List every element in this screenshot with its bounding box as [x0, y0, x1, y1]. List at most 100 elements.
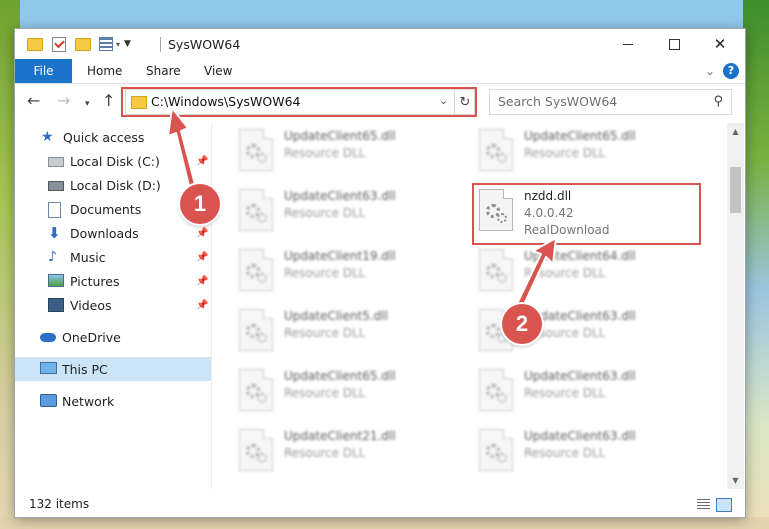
pc-icon — [40, 362, 57, 374]
tab-home[interactable]: Home — [87, 64, 122, 78]
maximize-icon — [668, 38, 680, 50]
minimize-icon — [623, 43, 633, 45]
large-icons-view-icon[interactable] — [716, 498, 732, 512]
address-highlight-box — [121, 87, 477, 117]
file-item[interactable]: UpdateClient65.dll Resource DLL — [479, 125, 699, 179]
recent-locations-icon[interactable]: ▾ — [85, 96, 90, 112]
up-arrow-icon[interactable]: ↑ — [102, 93, 115, 109]
file-type: Resource DLL — [524, 146, 606, 160]
file-name: UpdateClient21.dll — [284, 429, 396, 443]
file-name: UpdateClient63.dll — [284, 189, 396, 203]
tab-share[interactable]: Share — [146, 64, 181, 78]
pin-icon[interactable]: 📌 — [196, 156, 208, 167]
network-icon — [40, 394, 57, 407]
desktop-background-bottom — [0, 517, 769, 529]
sidebar-item-label: OneDrive — [62, 329, 121, 345]
vertical-scrollbar[interactable]: ▲ ▼ — [727, 123, 744, 489]
folder-icon[interactable] — [27, 37, 43, 51]
file-item[interactable]: UpdateClient65.dll Resource DLL — [239, 125, 459, 179]
dll-file-icon — [239, 429, 273, 471]
close-icon: ✕ — [713, 35, 727, 53]
sidebar-item-label: Documents — [70, 201, 142, 217]
scroll-down-icon[interactable]: ▼ — [727, 472, 744, 489]
sidebar-item-this-pc[interactable]: This PC — [15, 357, 211, 381]
scroll-thumb[interactable] — [730, 167, 741, 213]
tab-file[interactable]: File — [15, 59, 72, 83]
file-item[interactable]: UpdateClient64.dll Resource DLL — [479, 245, 699, 299]
dll-file-icon — [479, 129, 513, 171]
search-icon[interactable]: ⚲ — [713, 94, 723, 109]
forward-arrow-icon[interactable]: → — [57, 93, 70, 109]
sidebar-item-pictures[interactable]: Pictures 📌 — [15, 269, 244, 293]
file-type: Resource DLL — [524, 266, 606, 280]
maximize-button[interactable] — [651, 29, 697, 59]
file-item[interactable]: UpdateClient65.dll Resource DLL — [239, 365, 459, 419]
sidebar-item-local-disk-c[interactable]: Local Disk (C:) 📌 — [15, 149, 244, 173]
close-button[interactable]: ✕ — [697, 29, 743, 59]
desktop-background-right — [743, 0, 769, 529]
file-type: Resource DLL — [284, 266, 366, 280]
file-item[interactable]: UpdateClient21.dll Resource DLL — [239, 425, 459, 479]
customize-qa-icon[interactable]: ▼ — [124, 39, 131, 49]
details-view-icon[interactable] — [697, 499, 710, 510]
file-type: Resource DLL — [284, 446, 366, 460]
ribbon-tabs: File Home Share View ⌄ ? — [15, 59, 745, 84]
file-type: Resource DLL — [284, 146, 366, 160]
sidebar-item-label: Quick access — [63, 129, 145, 145]
sidebar-item-music[interactable]: ♪ Music 📌 — [15, 245, 244, 269]
file-item[interactable]: UpdateClient19.dll Resource DLL — [239, 245, 459, 299]
file-name: UpdateClient19.dll — [284, 249, 396, 263]
properties-check-icon[interactable] — [52, 36, 66, 52]
file-list: UpdateClient65.dll Resource DLL UpdateCl… — [213, 123, 727, 489]
sidebar-item-label: Pictures — [70, 273, 120, 289]
expand-ribbon-icon[interactable]: ⌄ — [705, 64, 715, 78]
tab-view[interactable]: View — [204, 64, 232, 78]
drive-icon — [48, 181, 64, 191]
drive-icon — [48, 157, 64, 167]
file-name: UpdateClient63.dll — [524, 429, 636, 443]
music-icon: ♪ — [48, 249, 57, 265]
sidebar-item-label: This PC — [62, 361, 108, 377]
title-bar: ▾ ▼ SysWOW64 ✕ — [15, 29, 745, 59]
file-name: UpdateClient65.dll — [524, 129, 636, 143]
file-type: Resource DLL — [524, 386, 606, 400]
sidebar-item-videos[interactable]: Videos 📌 — [15, 293, 244, 317]
help-icon[interactable]: ? — [723, 63, 739, 79]
sidebar-item-downloads[interactable]: ⬇ Downloads 📌 — [15, 221, 244, 245]
file-name: UpdateClient63.dll — [524, 369, 636, 383]
search-input[interactable]: Search SysWOW64 ⚲ — [489, 89, 732, 115]
file-name: UpdateClient5.dll — [284, 309, 388, 323]
qa-dropdown-icon[interactable]: ▾ — [116, 40, 120, 49]
callout-badge-1: 1 — [180, 184, 220, 224]
pictures-icon — [48, 274, 64, 287]
sidebar-item-network[interactable]: Network — [15, 389, 236, 413]
file-type: Resource DLL — [284, 326, 366, 340]
file-item[interactable]: UpdateClient5.dll Resource DLL — [239, 305, 459, 359]
new-folder-icon[interactable] — [75, 37, 91, 51]
properties-icon[interactable] — [99, 37, 113, 51]
file-item[interactable]: UpdateClient63.dll Resource DLL — [239, 185, 459, 239]
cloud-icon — [40, 333, 56, 342]
window-title: SysWOW64 — [168, 37, 241, 52]
pin-icon[interactable]: 📌 — [196, 252, 208, 263]
pin-icon[interactable]: 📌 — [196, 228, 208, 239]
back-arrow-icon[interactable]: ← — [27, 93, 40, 109]
sidebar-item-onedrive[interactable]: OneDrive — [15, 325, 236, 349]
file-item[interactable]: UpdateClient63.dll Resource DLL — [479, 365, 699, 419]
sidebar-item-label: Videos — [70, 297, 112, 313]
file-name: UpdateClient65.dll — [284, 129, 396, 143]
callout-badge-2: 2 — [502, 304, 542, 344]
sidebar-item-quick-access[interactable]: ★ Quick access — [15, 125, 237, 149]
title-separator — [160, 37, 161, 52]
sidebar-item-label: Downloads — [70, 225, 139, 241]
file-type: Resource DLL — [284, 206, 366, 220]
minimize-button[interactable] — [605, 29, 651, 59]
pin-icon[interactable]: 📌 — [196, 300, 208, 311]
file-name: UpdateClient64.dll — [524, 249, 636, 263]
search-placeholder: Search SysWOW64 — [498, 94, 618, 109]
scroll-up-icon[interactable]: ▲ — [727, 123, 744, 140]
file-item[interactable]: UpdateClient63.dll Resource DLL — [479, 425, 699, 479]
pin-icon[interactable]: 📌 — [196, 276, 208, 287]
sidebar-item-label: Local Disk (D:) — [70, 177, 161, 193]
dll-file-icon — [239, 249, 273, 291]
